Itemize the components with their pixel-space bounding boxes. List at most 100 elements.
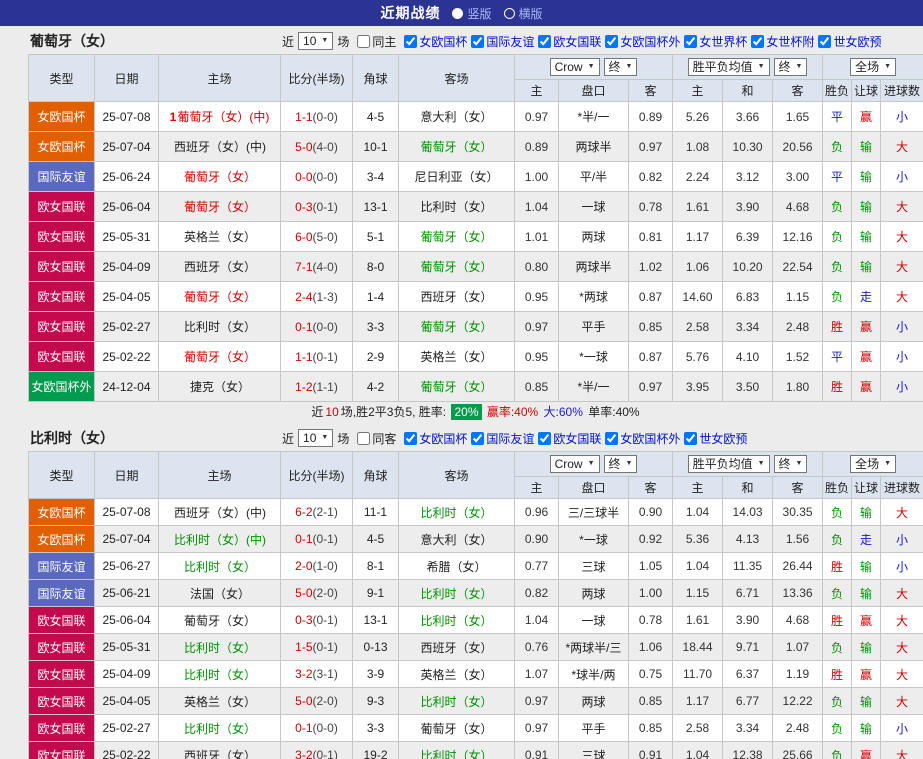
match-score[interactable]: 3-2(3-1) — [280, 660, 353, 688]
away-team[interactable]: 尼日利亚（女） — [398, 161, 515, 192]
away-team[interactable]: 葡萄牙（女） — [398, 251, 515, 282]
away-team[interactable]: 西班牙（女） — [398, 281, 515, 312]
home-team[interactable]: 葡萄牙（女） — [158, 161, 281, 192]
home-team[interactable]: 比利时（女） — [158, 660, 281, 688]
competition-checkbox[interactable]: 世女欧预 — [818, 33, 881, 50]
away-team[interactable]: 葡萄牙（女） — [398, 371, 515, 402]
match-score[interactable]: 0-1(0-0) — [280, 311, 353, 342]
away-team[interactable]: 意大利（女） — [398, 101, 515, 132]
europe-odds-select[interactable]: 胜平负均值 ▼ — [687, 58, 770, 76]
match-score[interactable]: 0-0(0-0) — [280, 161, 353, 192]
away-team[interactable]: 葡萄牙（女） — [398, 221, 515, 252]
away-team[interactable]: 意大利（女） — [398, 525, 515, 553]
europe-stage-select[interactable]: 终 ▼ — [773, 58, 808, 76]
same-venue-input[interactable] — [357, 34, 371, 48]
home-team[interactable]: 比利时（女）(中) — [158, 525, 281, 553]
away-team[interactable]: 比利时（女） — [398, 191, 515, 222]
away-team[interactable]: 希腊（女） — [398, 552, 515, 580]
away-team[interactable]: 葡萄牙（女） — [398, 311, 515, 342]
competition-input[interactable] — [684, 34, 698, 48]
competition-input[interactable] — [684, 431, 698, 445]
same-venue-input[interactable] — [357, 431, 371, 445]
match-score[interactable]: 5-0(2-0) — [280, 687, 353, 715]
away-team[interactable]: 英格兰（女） — [398, 660, 515, 688]
match-score[interactable]: 5-0(2-0) — [280, 579, 353, 607]
away-team[interactable]: 比利时（女） — [398, 498, 515, 526]
away-team[interactable]: 葡萄牙（女） — [398, 131, 515, 162]
home-team[interactable]: 比利时（女） — [158, 633, 281, 661]
match-score[interactable]: 1-1(0-1) — [280, 341, 353, 372]
match-score[interactable]: 0-3(0-1) — [280, 606, 353, 634]
home-team[interactable]: 英格兰（女） — [158, 221, 281, 252]
away-team[interactable]: 比利时（女） — [398, 606, 515, 634]
home-team[interactable]: 法国（女） — [158, 579, 281, 607]
away-team[interactable]: 比利时（女） — [398, 741, 515, 759]
match-score[interactable]: 6-0(5-0) — [280, 221, 353, 252]
competition-checkbox[interactable]: 欧女国联 — [538, 33, 601, 50]
match-score[interactable]: 7-1(4-0) — [280, 251, 353, 282]
competition-input[interactable] — [605, 34, 619, 48]
home-team[interactable]: 西班牙（女） — [158, 741, 281, 759]
competition-input[interactable] — [404, 34, 418, 48]
europe-stage-select[interactable]: 终 ▼ — [773, 455, 808, 473]
competition-input[interactable] — [538, 431, 552, 445]
match-score[interactable]: 5-0(4-0) — [280, 131, 353, 162]
competition-input[interactable] — [538, 34, 552, 48]
layout-radio-vertical[interactable]: 竖版 — [452, 5, 492, 22]
competition-checkbox[interactable]: 女欧国杯 — [404, 430, 467, 447]
competition-checkbox[interactable]: 女欧国杯外 — [605, 430, 680, 447]
match-score[interactable]: 2-0(1-0) — [280, 552, 353, 580]
match-score[interactable]: 1-2(1-1) — [280, 371, 353, 402]
home-team[interactable]: 葡萄牙（女） — [158, 341, 281, 372]
competition-input[interactable] — [404, 431, 418, 445]
away-team[interactable]: 英格兰（女） — [398, 341, 515, 372]
home-team[interactable]: 比利时（女） — [158, 714, 281, 742]
competition-checkbox[interactable]: 女欧国杯外 — [605, 33, 680, 50]
home-team[interactable]: 捷克（女） — [158, 371, 281, 402]
competition-checkbox[interactable]: 女世界杯 — [684, 33, 747, 50]
layout-radio-horizontal[interactable]: 横版 — [503, 5, 543, 22]
away-team[interactable]: 比利时（女） — [398, 687, 515, 715]
competition-checkbox[interactable]: 女世杯附 — [751, 33, 814, 50]
home-team[interactable]: 英格兰（女） — [158, 687, 281, 715]
competition-checkbox[interactable]: 欧女国联 — [538, 430, 601, 447]
away-team[interactable]: 葡萄牙（女） — [398, 714, 515, 742]
scope-select[interactable]: 全场 ▼ — [850, 455, 897, 473]
home-team[interactable]: 西班牙（女）(中) — [158, 498, 281, 526]
home-team[interactable]: 葡萄牙（女） — [158, 191, 281, 222]
same-venue-checkbox[interactable]: 同主 — [357, 33, 396, 50]
match-score[interactable]: 0-1(0-1) — [280, 525, 353, 553]
home-team[interactable]: 比利时（女） — [158, 311, 281, 342]
away-team[interactable]: 西班牙（女） — [398, 633, 515, 661]
competition-input[interactable] — [818, 34, 832, 48]
match-score[interactable]: 0-3(0-1) — [280, 191, 353, 222]
home-team[interactable]: 西班牙（女）(中) — [158, 131, 281, 162]
match-score[interactable]: 3-2(0-1) — [280, 741, 353, 759]
home-team[interactable]: 1葡萄牙（女）(中) — [158, 101, 281, 132]
match-score[interactable]: 0-1(0-0) — [280, 714, 353, 742]
competition-checkbox[interactable]: 世女欧预 — [684, 430, 747, 447]
away-team[interactable]: 比利时（女） — [398, 579, 515, 607]
odds-stage-select[interactable]: 终 ▼ — [603, 58, 638, 76]
scope-select[interactable]: 全场 ▼ — [850, 58, 897, 76]
match-count-select[interactable]: 10 ▼ — [298, 429, 334, 447]
bookmaker-select[interactable]: Crow ▼ — [549, 455, 600, 473]
competition-input[interactable] — [605, 431, 619, 445]
home-team[interactable]: 西班牙（女） — [158, 251, 281, 282]
home-team[interactable]: 葡萄牙（女） — [158, 606, 281, 634]
competition-input[interactable] — [751, 34, 765, 48]
competition-checkbox[interactable]: 国际友谊 — [471, 430, 534, 447]
bookmaker-select[interactable]: Crow ▼ — [549, 58, 600, 76]
home-team[interactable]: 葡萄牙（女） — [158, 281, 281, 312]
odds-stage-select[interactable]: 终 ▼ — [603, 455, 638, 473]
match-score[interactable]: 6-2(2-1) — [280, 498, 353, 526]
match-score[interactable]: 1-1(0-0) — [280, 101, 353, 132]
match-score[interactable]: 2-4(1-3) — [280, 281, 353, 312]
same-venue-checkbox[interactable]: 同客 — [357, 430, 396, 447]
competition-input[interactable] — [471, 431, 485, 445]
europe-odds-select[interactable]: 胜平负均值 ▼ — [687, 455, 770, 473]
match-score[interactable]: 1-5(0-1) — [280, 633, 353, 661]
home-team[interactable]: 比利时（女） — [158, 552, 281, 580]
competition-checkbox[interactable]: 国际友谊 — [471, 33, 534, 50]
competition-checkbox[interactable]: 女欧国杯 — [404, 33, 467, 50]
